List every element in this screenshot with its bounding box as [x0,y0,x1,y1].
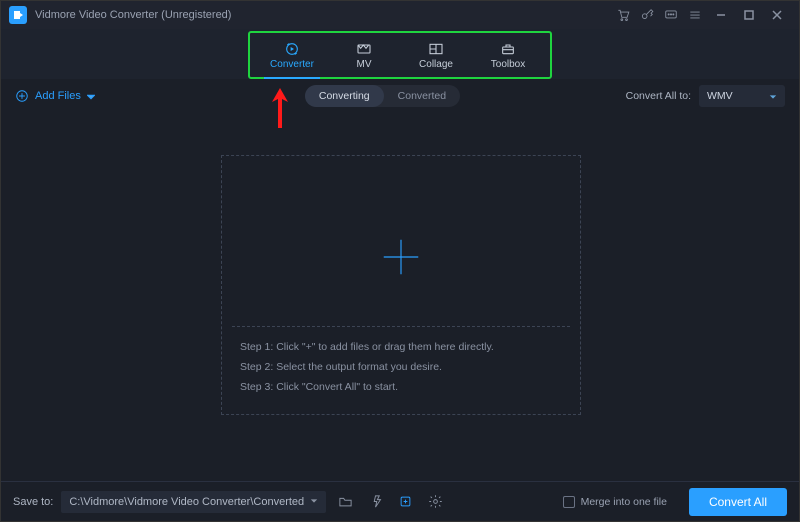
settings-button[interactable] [424,491,446,513]
save-to-label: Save to: [13,496,53,508]
toolbox-icon [498,41,518,57]
divider [232,326,570,327]
collage-icon [426,41,446,57]
close-button[interactable] [763,5,791,25]
gpu-accel-toggle[interactable] [394,491,416,513]
tab-toolbox[interactable]: Toolbox [472,33,544,77]
titlebar: Vidmore Video Converter (Unregistered) [1,1,799,29]
high-speed-toggle[interactable] [364,491,386,513]
convert-all-to-label: Convert All to: [626,90,691,102]
merge-checkbox[interactable] [563,496,575,508]
output-format-value: WMV [707,90,733,102]
convert-all-button[interactable]: Convert All [689,488,787,516]
merge-label: Merge into one file [581,496,667,508]
tab-label: Collage [419,59,453,70]
tab-mv[interactable]: MV [328,33,400,77]
pill-converting[interactable]: Converting [305,85,384,107]
step-2: Step 2: Select the output format you des… [240,358,570,378]
drop-area[interactable]: Step 1: Click "+" to add files or drag t… [221,155,581,415]
plus-circle-icon [15,89,29,103]
tab-label: MV [357,59,372,70]
open-folder-button[interactable] [334,491,356,513]
main-area: Step 1: Click "+" to add files or drag t… [1,113,799,481]
tabstrip-container: Converter MV Collage Toolbox [1,29,799,79]
chevron-down-icon [87,92,95,100]
save-to-select[interactable]: C:\Vidmore\Vidmore Video Converter\Conve… [61,491,326,513]
app-logo [9,6,27,24]
footer: Save to: C:\Vidmore\Vidmore Video Conver… [1,481,799,521]
chevron-down-icon [769,92,777,100]
add-file-plus[interactable] [378,234,424,285]
maximize-button[interactable] [735,5,763,25]
key-icon[interactable] [635,3,659,27]
tab-label: Toolbox [491,59,525,70]
tab-label: Converter [270,59,314,70]
tabstrip-highlight: Converter MV Collage Toolbox [248,31,552,79]
convert-all-to: Convert All to: WMV [626,85,785,107]
converter-icon [282,41,302,57]
output-format-select[interactable]: WMV [699,85,785,107]
plus-icon [378,234,424,280]
app-title: Vidmore Video Converter (Unregistered) [35,9,231,21]
chevron-down-icon [310,496,318,508]
tab-collage[interactable]: Collage [400,33,472,77]
mv-icon [354,41,374,57]
minimize-button[interactable] [707,5,735,25]
menu-icon[interactable] [683,3,707,27]
add-files-button[interactable]: Add Files [15,89,95,103]
pill-converted[interactable]: Converted [384,85,460,107]
save-to-path: C:\Vidmore\Vidmore Video Converter\Conve… [69,496,304,508]
add-files-label: Add Files [35,90,81,102]
cart-icon[interactable] [611,3,635,27]
merge-option: Merge into one file [563,496,667,508]
step-3: Step 3: Click "Convert All" to start. [240,378,570,398]
tab-converter[interactable]: Converter [256,33,328,77]
feedback-icon[interactable] [659,3,683,27]
step-1: Step 1: Click "+" to add files or drag t… [240,338,570,358]
app-window: Vidmore Video Converter (Unregistered) C… [0,0,800,522]
status-filter: Converting Converted [305,85,460,107]
subheader: Add Files Converting Converted Convert A… [1,79,799,113]
instruction-steps: Step 1: Click "+" to add files or drag t… [240,338,570,398]
